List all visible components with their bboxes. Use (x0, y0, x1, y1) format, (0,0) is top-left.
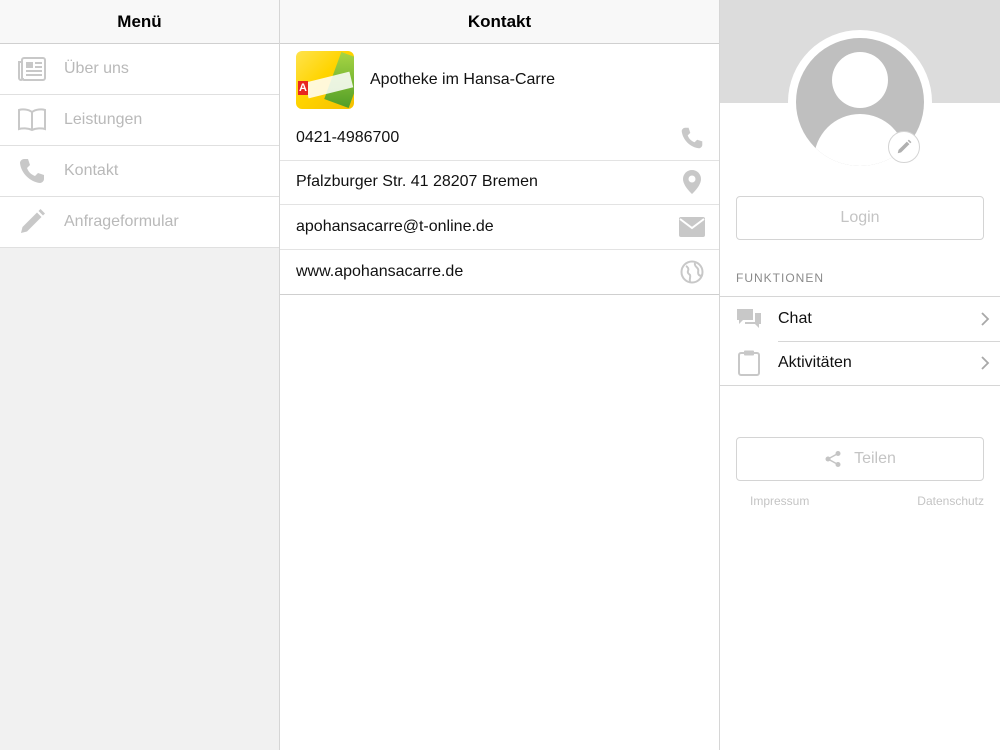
function-label: Aktivitäten (778, 354, 852, 371)
menu-item-kontakt[interactable]: Kontakt (0, 146, 279, 197)
envelope-icon (679, 214, 705, 240)
functions-list: Chat Aktivitäten (720, 296, 1000, 386)
edit-avatar-button[interactable] (888, 131, 920, 163)
function-item-aktivitaeten[interactable]: Aktivitäten (720, 341, 1000, 385)
contact-list: A Apotheke im Hansa-Carre 0421-4986700 P… (280, 44, 719, 295)
business-row: A Apotheke im Hansa-Carre (280, 44, 719, 116)
contact-pane: Kontakt A Apotheke im Hansa-Carre 0421-4… (280, 0, 720, 750)
share-label: Teilen (854, 450, 896, 467)
chat-icon (720, 308, 778, 330)
contact-phone: 0421-4986700 (296, 128, 400, 146)
contact-website-row[interactable]: www.apohansacarre.de (280, 250, 719, 295)
menu-item-label: Leistungen (64, 111, 143, 128)
business-logo: A (296, 51, 354, 109)
clipboard-icon (720, 350, 778, 376)
menu-item-label: Anfrageformular (64, 213, 179, 230)
login-button[interactable]: Login (736, 196, 984, 240)
impressum-link[interactable]: Impressum (750, 494, 809, 508)
profile-pane: Login FUNKTIONEN Chat Aktivitäten Teilen (720, 0, 1000, 750)
book-icon (0, 108, 64, 132)
menu-pane: Menü Über uns Leistungen Kontakt Anfrage… (0, 0, 280, 750)
menu-title: Menü (0, 0, 279, 44)
contact-email-row[interactable]: apohansacarre@t-online.de (280, 205, 719, 250)
contact-address: Pfalzburger Str. 41 28207 Bremen (296, 173, 538, 191)
menu-list: Über uns Leistungen Kontakt Anfrageformu… (0, 44, 279, 248)
phone-icon (0, 157, 64, 185)
menu-item-leistungen[interactable]: Leistungen (0, 95, 279, 146)
map-pin-icon (679, 169, 705, 195)
contact-phone-row[interactable]: 0421-4986700 (280, 116, 719, 161)
functions-section-label: FUNKTIONEN (736, 271, 824, 285)
privacy-link[interactable]: Datenschutz (917, 494, 984, 508)
function-label: Chat (778, 310, 812, 327)
chevron-right-icon (970, 311, 1000, 327)
chevron-right-icon (970, 355, 1000, 371)
menu-item-ueber-uns[interactable]: Über uns (0, 44, 279, 95)
contact-title: Kontakt (280, 0, 719, 44)
share-icon (824, 450, 842, 468)
globe-icon (679, 259, 705, 285)
share-button[interactable]: Teilen (736, 437, 984, 481)
business-name: Apotheke im Hansa-Carre (370, 71, 555, 88)
contact-email: apohansacarre@t-online.de (296, 217, 494, 235)
newspaper-icon (0, 56, 64, 82)
contact-website: www.apohansacarre.de (296, 262, 464, 280)
contact-address-row[interactable]: Pfalzburger Str. 41 28207 Bremen (280, 161, 719, 205)
menu-item-label: Kontakt (64, 162, 119, 179)
pencil-icon (0, 208, 64, 236)
phone-icon (679, 125, 705, 151)
menu-item-anfrageformular[interactable]: Anfrageformular (0, 197, 279, 248)
function-item-chat[interactable]: Chat (720, 297, 1000, 341)
footer-links: Impressum Datenschutz (720, 494, 1000, 508)
menu-item-label: Über uns (64, 60, 129, 77)
pencil-icon (896, 139, 912, 155)
